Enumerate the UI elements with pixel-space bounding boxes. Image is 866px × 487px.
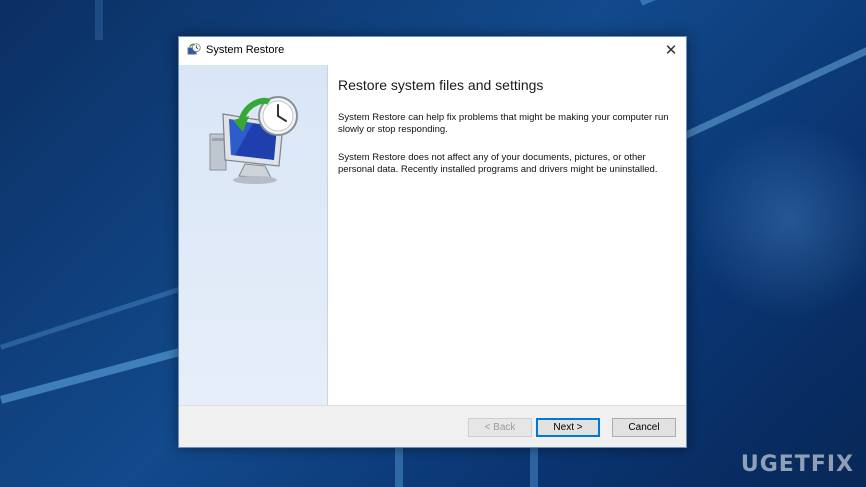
back-button[interactable]: < Back [468,418,532,437]
cancel-button[interactable]: Cancel [612,418,676,437]
wizard-sidebar [179,65,328,408]
title-bar[interactable]: System Restore ✕ [179,37,686,65]
wallpaper-window-pane [395,448,403,487]
watermark-logo: UGETFIX [740,452,854,477]
page-heading: Restore system files and settings [338,77,544,93]
window-title: System Restore [206,44,285,56]
wallpaper-light-beam [0,283,192,350]
wallpaper-window-pane [95,0,103,40]
system-restore-icon [187,43,201,55]
system-restore-dialog: System Restore ✕ Restore system files an… [178,36,687,448]
wallpaper-glow [690,120,866,320]
wallpaper-light-beam [0,341,205,404]
wizard-footer: < Back Next > Cancel [179,405,686,447]
wallpaper-light-beam [640,0,866,6]
description-paragraph: System Restore can help fix problems tha… [338,112,669,135]
next-button[interactable]: Next > [536,418,600,437]
close-button[interactable]: ✕ [656,37,686,65]
wallpaper-window-pane [530,448,538,487]
wizard-content: Restore system files and settings System… [338,65,674,176]
system-restore-computer-clock-icon [209,96,298,184]
data-safety-paragraph: System Restore does not affect any of yo… [338,152,658,175]
